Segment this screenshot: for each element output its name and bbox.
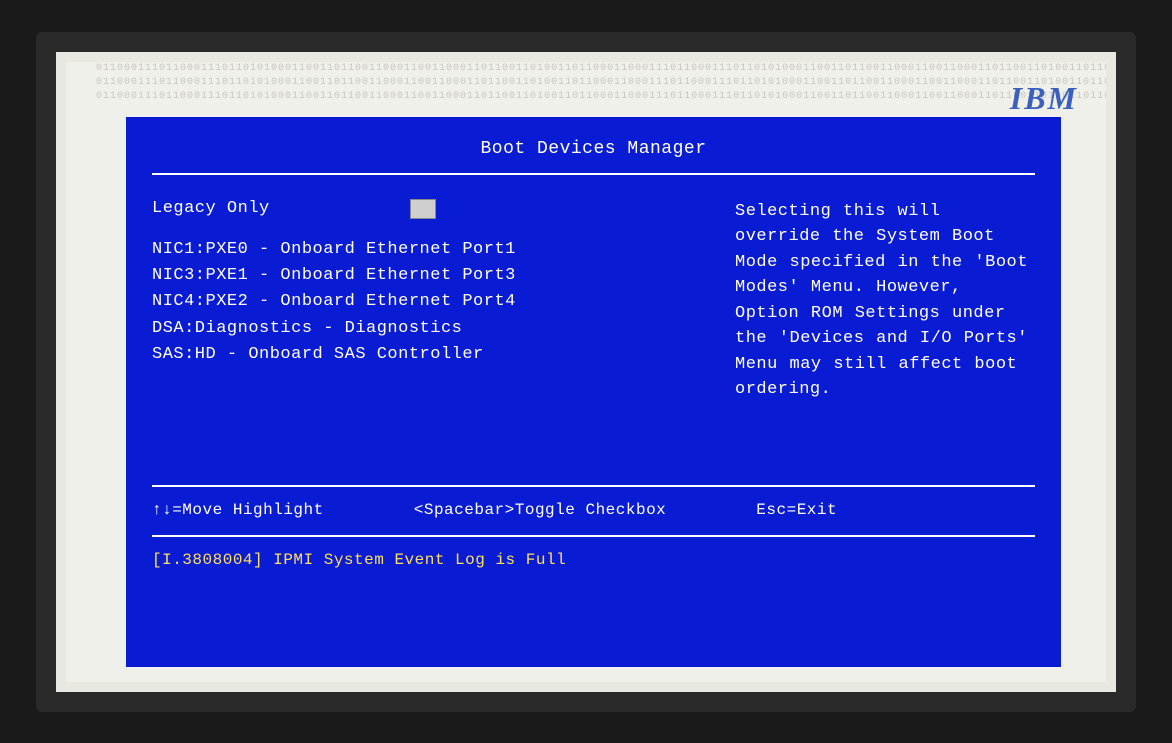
bios-panel: Boot Devices Manager Legacy Only NIC1:PX… <box>126 117 1061 667</box>
legacy-only-checkbox[interactable] <box>410 199 436 219</box>
footer-hints: ↑↓=Move Highlight <Spacebar>Toggle Check… <box>152 487 1035 535</box>
boot-item[interactable]: NIC4:PXE2 - Onboard Ethernet Port4 <box>152 289 705 315</box>
status-message: [I.3808004] IPMI System Event Log is Ful… <box>152 537 1035 569</box>
monitor-frame: 0110001110110001110110101000110011011001… <box>36 32 1136 712</box>
main-content: Legacy Only NIC1:PXE0 - Onboard Ethernet… <box>152 175 1035 485</box>
help-text: Selecting this will override the System … <box>735 199 1031 403</box>
legacy-only-row[interactable]: Legacy Only <box>152 199 705 219</box>
boot-item[interactable]: DSA:Diagnostics - Diagnostics <box>152 316 705 342</box>
screen-background: 0110001110110001110110101000110011011001… <box>66 62 1106 682</box>
legacy-only-label: Legacy Only <box>152 199 270 218</box>
help-column: Selecting this will override the System … <box>735 199 1035 485</box>
boot-item[interactable]: NIC1:PXE0 - Onboard Ethernet Port1 <box>152 237 705 263</box>
binary-decoration: 0110001110110001110110101000110011011001… <box>66 62 1106 122</box>
hint-toggle: <Spacebar>Toggle Checkbox <box>414 501 667 519</box>
hint-exit: Esc=Exit <box>756 501 837 519</box>
left-column: Legacy Only NIC1:PXE0 - Onboard Ethernet… <box>152 199 705 485</box>
hint-move: ↑↓=Move Highlight <box>152 501 324 519</box>
boot-device-list: NIC1:PXE0 - Onboard Ethernet Port1 NIC3:… <box>152 237 705 369</box>
page-title: Boot Devices Manager <box>152 139 1035 173</box>
boot-item[interactable]: NIC3:PXE1 - Onboard Ethernet Port3 <box>152 263 705 289</box>
ibm-logo: IBM <box>1010 80 1078 117</box>
boot-item[interactable]: SAS:HD - Onboard SAS Controller <box>152 342 705 368</box>
